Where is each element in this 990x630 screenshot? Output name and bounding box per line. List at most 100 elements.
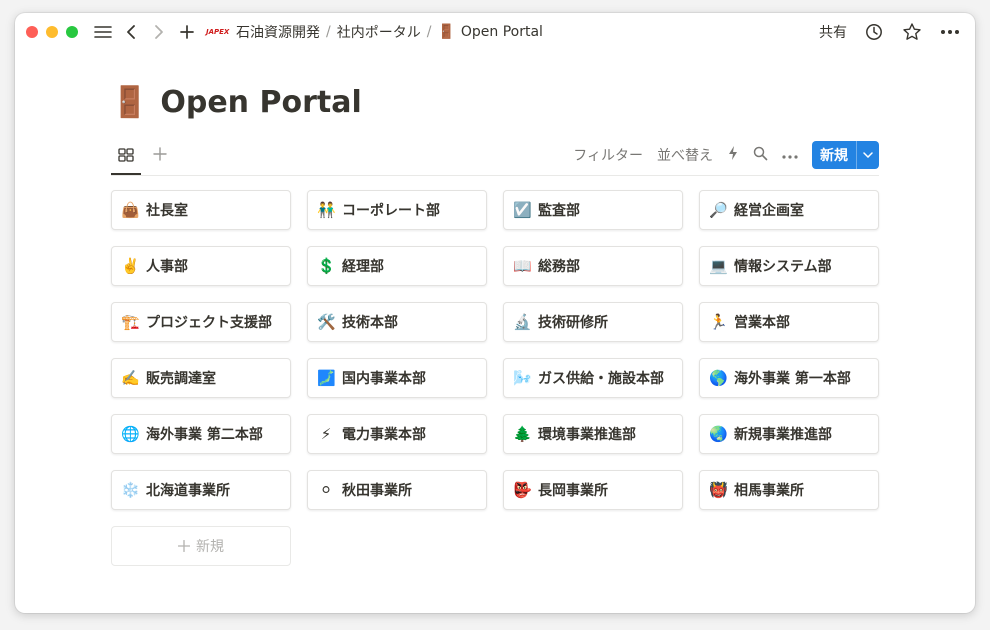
breadcrumb: JAPEX 石油資源開発 / 社内ポータル / 🚪 Open Portal bbox=[206, 22, 543, 42]
gallery-grid: 👜 社長室 👬 コーポレート部 ☑️ 監査部 🔎 経営企画室 ✌️ 人事部 💲 経理部 📖 総務部 💻 情報シ… bbox=[111, 190, 879, 510]
card-emoji-icon: ❄️ bbox=[121, 481, 140, 499]
card-emoji-icon: ✍️ bbox=[121, 369, 140, 387]
gallery-card[interactable]: ☑️ 監査部 bbox=[503, 190, 683, 230]
gallery-card[interactable]: ✍️ 販売調達室 bbox=[111, 358, 291, 398]
back-icon[interactable] bbox=[120, 21, 142, 43]
favorite-star-icon[interactable] bbox=[901, 21, 923, 43]
gallery-card[interactable]: ❄️ 北海道事業所 bbox=[111, 470, 291, 510]
gallery-card[interactable]: 🌬️ ガス供給・施設本部 bbox=[503, 358, 683, 398]
gallery-card[interactable]: 🛠️ 技術本部 bbox=[307, 302, 487, 342]
forward-icon[interactable] bbox=[148, 21, 170, 43]
breadcrumb-item-company[interactable]: 石油資源開発 bbox=[236, 22, 320, 42]
gallery-grid-icon bbox=[118, 147, 134, 166]
card-label: 長岡事業所 bbox=[538, 483, 608, 499]
gallery-card[interactable]: 👬 コーポレート部 bbox=[307, 190, 487, 230]
card-label: 販売調達室 bbox=[146, 371, 216, 387]
card-emoji-icon: 🔬 bbox=[513, 313, 532, 331]
add-card-label: 新規 bbox=[196, 539, 224, 555]
gallery-card[interactable]: ⚡ 電力事業本部 bbox=[307, 414, 487, 454]
gallery-card[interactable]: 🔬 技術研修所 bbox=[503, 302, 683, 342]
add-view-icon[interactable] bbox=[153, 145, 167, 166]
gallery-card[interactable]: 👹 相馬事業所 bbox=[699, 470, 879, 510]
card-emoji-icon: ⚡ bbox=[320, 425, 332, 443]
card-emoji-icon: 🌬️ bbox=[513, 369, 532, 387]
card-label: 電力事業本部 bbox=[342, 427, 426, 443]
breadcrumb-item-current[interactable]: Open Portal bbox=[461, 24, 543, 40]
card-label: 海外事業 第一本部 bbox=[734, 371, 851, 387]
card-label: ガス供給・施設本部 bbox=[538, 371, 664, 387]
automation-lightning-icon[interactable] bbox=[727, 145, 739, 165]
new-entry-button[interactable]: 新規 bbox=[812, 141, 879, 169]
card-label: 技術本部 bbox=[342, 315, 398, 331]
card-emoji-icon: 💲 bbox=[317, 257, 336, 275]
gallery-card[interactable]: 🌎 海外事業 第一本部 bbox=[699, 358, 879, 398]
card-label: 秋田事業所 bbox=[342, 483, 412, 499]
view-more-icon[interactable] bbox=[782, 147, 798, 163]
gallery-card[interactable]: 👺 長岡事業所 bbox=[503, 470, 683, 510]
card-emoji-icon: ⚪ bbox=[319, 481, 333, 499]
gallery-card[interactable]: 🌏 新規事業推進部 bbox=[699, 414, 879, 454]
gallery-card[interactable]: 🌐 海外事業 第二本部 bbox=[111, 414, 291, 454]
breadcrumb-separator: / bbox=[426, 24, 432, 40]
card-emoji-icon: 🏃 bbox=[709, 313, 728, 331]
gallery-card[interactable]: 📖 総務部 bbox=[503, 246, 683, 286]
more-options-icon[interactable] bbox=[939, 21, 961, 43]
gallery-card[interactable]: 🗾 国内事業本部 bbox=[307, 358, 487, 398]
close-window-button[interactable] bbox=[26, 26, 38, 38]
card-emoji-icon: 💻 bbox=[709, 257, 728, 275]
breadcrumb-item-portal[interactable]: 社内ポータル bbox=[337, 22, 421, 42]
gallery-card[interactable]: 🏃 営業本部 bbox=[699, 302, 879, 342]
card-emoji-icon: 🏗️ bbox=[121, 313, 140, 331]
gallery-card[interactable]: 💲 経理部 bbox=[307, 246, 487, 286]
card-label: 人事部 bbox=[146, 259, 188, 275]
gallery-card[interactable]: ⚪ 秋田事業所 bbox=[307, 470, 487, 510]
window-controls bbox=[26, 26, 78, 38]
card-label: 北海道事業所 bbox=[146, 483, 230, 499]
card-emoji-icon: 👜 bbox=[121, 201, 140, 219]
gallery-card[interactable]: 🔎 経営企画室 bbox=[699, 190, 879, 230]
page-title-text[interactable]: Open Portal bbox=[160, 85, 361, 120]
card-emoji-icon: 🌏 bbox=[709, 425, 728, 443]
gallery-card[interactable]: 🌲 環境事業推進部 bbox=[503, 414, 683, 454]
card-emoji-icon: 🌎 bbox=[709, 369, 728, 387]
card-label: 情報システム部 bbox=[734, 259, 832, 275]
new-entry-label[interactable]: 新規 bbox=[812, 141, 856, 169]
card-label: 社長室 bbox=[146, 203, 188, 219]
card-emoji-icon: 🌲 bbox=[513, 425, 532, 443]
chevron-down-icon[interactable] bbox=[856, 141, 879, 169]
gallery-view-tab[interactable] bbox=[111, 139, 141, 175]
maximize-window-button[interactable] bbox=[66, 26, 78, 38]
card-label: 海外事業 第二本部 bbox=[146, 427, 263, 443]
breadcrumb-separator: / bbox=[326, 24, 331, 40]
card-emoji-icon: 📖 bbox=[513, 257, 532, 275]
card-emoji-icon: 👺 bbox=[513, 481, 532, 499]
view-toolbar: フィルター 並べ替え 新規 bbox=[573, 141, 879, 169]
add-card-button[interactable]: 新規 bbox=[111, 526, 291, 566]
new-page-icon[interactable] bbox=[176, 21, 198, 43]
gallery-card[interactable]: 🏗️ プロジェクト支援部 bbox=[111, 302, 291, 342]
gallery-card[interactable]: 💻 情報システム部 bbox=[699, 246, 879, 286]
gallery-card[interactable]: 👜 社長室 bbox=[111, 190, 291, 230]
filter-button[interactable]: フィルター bbox=[573, 145, 643, 165]
sort-button[interactable]: 並べ替え bbox=[657, 145, 713, 165]
card-emoji-icon: ☑️ bbox=[513, 201, 532, 219]
card-label: 経営企画室 bbox=[734, 203, 804, 219]
card-label: 国内事業本部 bbox=[342, 371, 426, 387]
card-emoji-icon: 👹 bbox=[709, 481, 728, 499]
history-clock-icon[interactable] bbox=[863, 21, 885, 43]
gallery-card[interactable]: ✌️ 人事部 bbox=[111, 246, 291, 286]
page-title: 🚪 Open Portal bbox=[111, 85, 362, 120]
sidebar-toggle-icon[interactable] bbox=[92, 21, 114, 43]
share-button[interactable]: 共有 bbox=[819, 22, 847, 42]
card-emoji-icon: 🗾 bbox=[317, 369, 336, 387]
title-bar: JAPEX 石油資源開発 / 社内ポータル / 🚪 Open Portal 共有 bbox=[15, 13, 975, 51]
card-emoji-icon: 👬 bbox=[317, 201, 336, 219]
database-view-bar: フィルター 並べ替え 新規 bbox=[111, 139, 879, 176]
search-icon[interactable] bbox=[753, 146, 768, 165]
door-icon: 🚪 bbox=[437, 24, 455, 40]
door-icon[interactable]: 🚪 bbox=[111, 85, 148, 120]
company-logo: JAPEX bbox=[206, 28, 230, 36]
card-emoji-icon: 🔎 bbox=[709, 201, 728, 219]
app-window: JAPEX 石油資源開発 / 社内ポータル / 🚪 Open Portal 共有… bbox=[15, 13, 975, 613]
minimize-window-button[interactable] bbox=[46, 26, 58, 38]
